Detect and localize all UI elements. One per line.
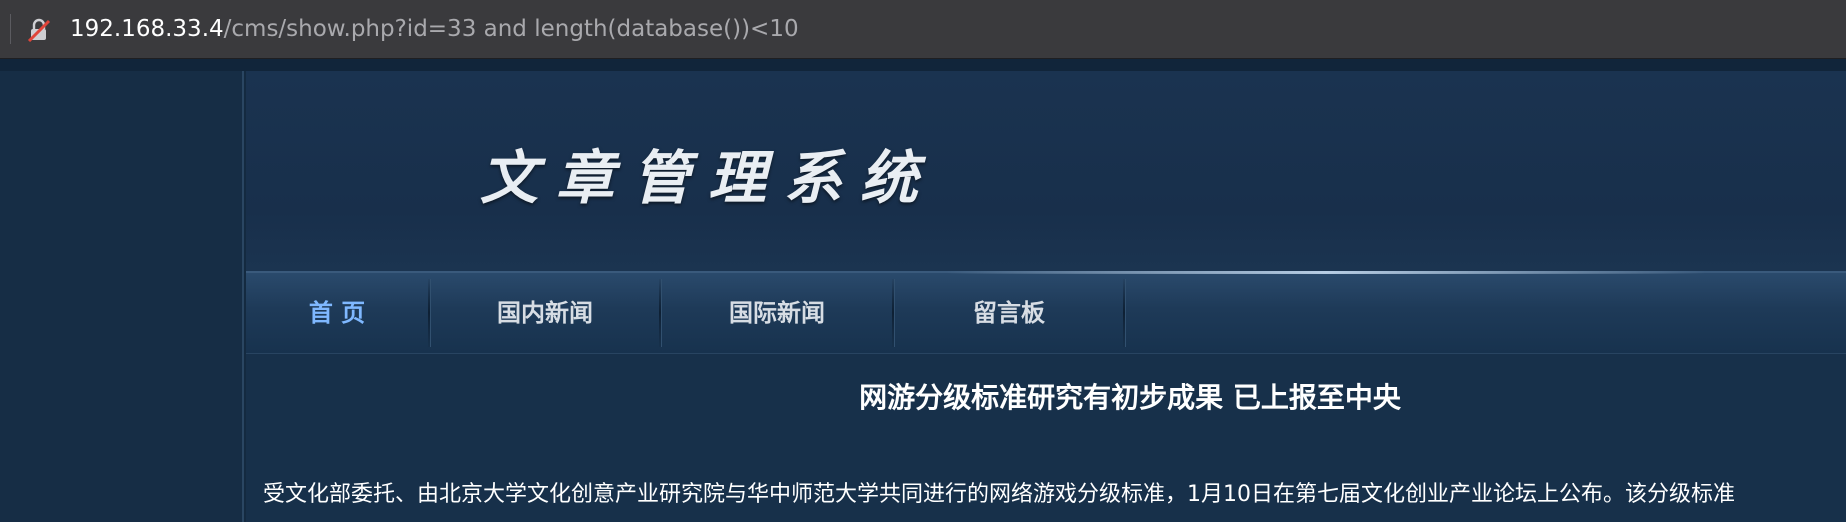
site-banner: 文章管理系统 bbox=[246, 71, 1846, 271]
site-nav: 首 页 国内新闻 国际新闻 留言板 bbox=[246, 271, 1846, 354]
article-body: 受文化部委托、由北京大学文化创意产业研究院与华中师范大学共同进行的网络游戏分级标… bbox=[263, 482, 1735, 507]
insecure-lock-icon[interactable] bbox=[26, 18, 52, 43]
site-main: 文章管理系统 首 页 国内新闻 国际新闻 留言板 网游分级标准研究有初步成果 已… bbox=[246, 71, 1846, 522]
nav-item-home[interactable]: 首 页 bbox=[246, 273, 428, 353]
site-logo-title: 文章管理系统 bbox=[480, 144, 937, 212]
url-field[interactable]: 192.168.33.4/cms/show.php?id=33 and leng… bbox=[70, 13, 799, 45]
nav-item-international-news[interactable]: 国际新闻 bbox=[662, 273, 892, 353]
nav-item-guestbook[interactable]: 留言板 bbox=[895, 273, 1123, 353]
url-path: /cms/show.php?id=33 and length(database(… bbox=[223, 16, 799, 42]
url-host: 192.168.33.4 bbox=[70, 16, 224, 42]
nav-item-domestic-news[interactable]: 国内新闻 bbox=[431, 273, 659, 353]
article-title: 网游分级标准研究有初步成果 已上报至中央 bbox=[859, 381, 1401, 414]
browser-address-bar[interactable]: 192.168.33.4/cms/show.php?id=33 and leng… bbox=[0, 0, 1846, 59]
left-pane-divider bbox=[242, 71, 244, 522]
toolbar-separator bbox=[10, 14, 11, 44]
nav-separator bbox=[1123, 279, 1126, 347]
left-pane bbox=[0, 71, 244, 522]
page-top-strip bbox=[0, 59, 1846, 71]
